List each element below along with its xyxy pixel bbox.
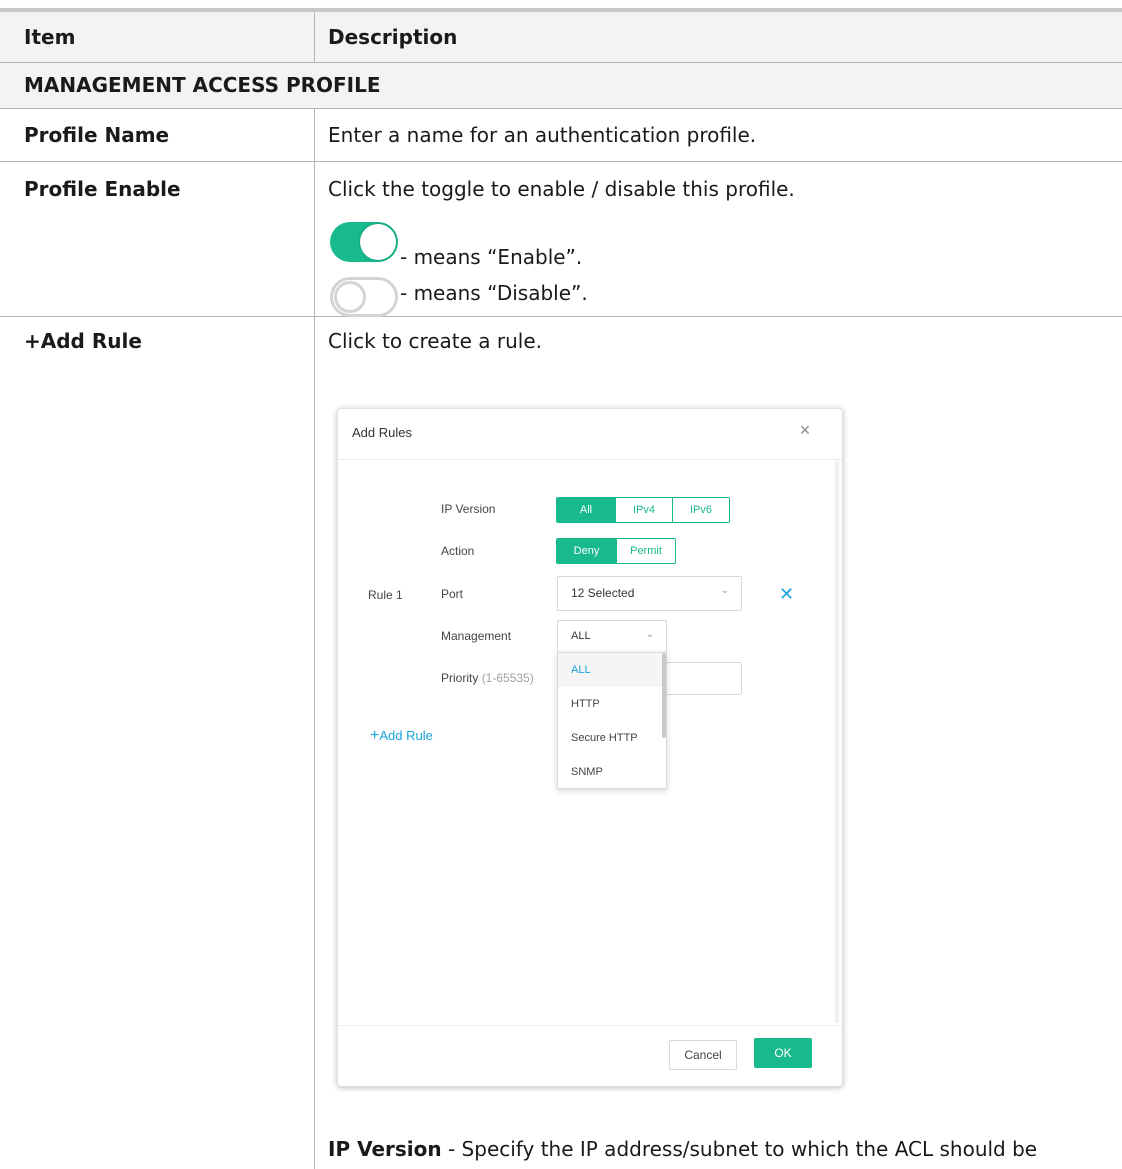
management-option-all[interactable]: ALL (558, 653, 662, 687)
management-option-snmp[interactable]: SNMP (558, 755, 662, 789)
add-rule-link[interactable]: +Add Rule (370, 727, 433, 745)
row-item-add-rule: +Add Rule (24, 329, 142, 353)
close-icon[interactable]: × (796, 421, 814, 439)
ip-version-description: IP Version - Specify the IP address/subn… (328, 1136, 1037, 1162)
disable-caption: - means “Disable”. (400, 281, 588, 305)
management-value: ALL (571, 630, 591, 642)
column-divider (314, 12, 315, 62)
ip-version-segmented: All IPv4 IPv6 (556, 497, 730, 523)
ip-version-ipv6-option[interactable]: IPv6 (672, 498, 729, 522)
management-option-http[interactable]: HTTP (558, 687, 662, 721)
enable-caption: - means “Enable”. (400, 245, 583, 269)
chevron-down-icon: ⌄ (645, 629, 654, 640)
dialog-footer-divider (338, 1025, 842, 1026)
plus-icon: + (370, 727, 380, 744)
dropdown-scrollbar[interactable] (662, 653, 666, 738)
row-item-profile-name: Profile Name (24, 123, 170, 147)
chevron-down-icon: ⌄ (720, 585, 729, 596)
divider (0, 316, 1122, 317)
document-page: Item Description MANAGEMENT ACCESS PROFI… (0, 0, 1122, 1169)
priority-label-text: Priority (441, 671, 479, 685)
action-segmented: Deny Permit (556, 538, 676, 564)
rule-number-label: Rule 1 (368, 588, 403, 602)
ip-version-all-option[interactable]: All (557, 498, 615, 522)
row-item-profile-enable: Profile Enable (24, 177, 181, 201)
dialog-scrollbar[interactable] (835, 461, 839, 1023)
toggle-disabled-icon (330, 277, 398, 317)
divider (0, 62, 1122, 63)
priority-range: (1-65535) (481, 671, 534, 685)
row-desc-add-rule: Click to create a rule. (328, 329, 543, 353)
ip-version-term: IP Version (328, 1137, 442, 1161)
port-select[interactable]: 12 Selected ⌄ (557, 576, 742, 611)
priority-input[interactable] (659, 662, 742, 695)
management-option-secure-http[interactable]: Secure HTTP (558, 721, 662, 755)
action-label: Action (441, 544, 475, 558)
ok-button[interactable]: OK (754, 1038, 812, 1068)
port-value: 12 Selected (571, 586, 635, 600)
divider (0, 161, 1122, 162)
ip-version-text: - Specify the IP address/subnet to which… (441, 1137, 1038, 1161)
add-rule-label: Add Rule (379, 728, 433, 743)
management-dropdown: ALL HTTP Secure HTTP SNMP (557, 652, 667, 789)
remove-rule-icon[interactable]: ✕ (779, 585, 794, 603)
management-select[interactable]: ALL ⌄ (557, 620, 667, 653)
action-permit-option[interactable]: Permit (616, 539, 675, 563)
row-desc-profile-name: Enter a name for an authentication profi… (328, 123, 757, 147)
divider (0, 108, 1122, 109)
cancel-button[interactable]: Cancel (669, 1040, 737, 1070)
ip-version-ipv4-option[interactable]: IPv4 (615, 498, 672, 522)
dialog-title: Add Rules (352, 425, 412, 440)
row-desc-profile-enable: Click the toggle to enable / disable thi… (328, 177, 795, 201)
add-rules-dialog: Add Rules × IP Version All IPv4 IPv6 Act… (337, 408, 843, 1087)
priority-label: Priority (1-65535) (441, 671, 534, 685)
management-label: Management (441, 629, 512, 643)
table-header-row (0, 12, 1122, 62)
toggle-enabled-icon (330, 222, 398, 262)
ip-version-label: IP Version (441, 502, 496, 516)
header-description: Description (328, 25, 458, 49)
column-divider (314, 108, 315, 1169)
section-title: MANAGEMENT ACCESS PROFILE (24, 73, 381, 97)
dialog-header-divider (338, 459, 842, 460)
action-deny-option[interactable]: Deny (557, 539, 616, 563)
header-item: Item (24, 25, 76, 49)
port-label: Port (441, 587, 464, 601)
